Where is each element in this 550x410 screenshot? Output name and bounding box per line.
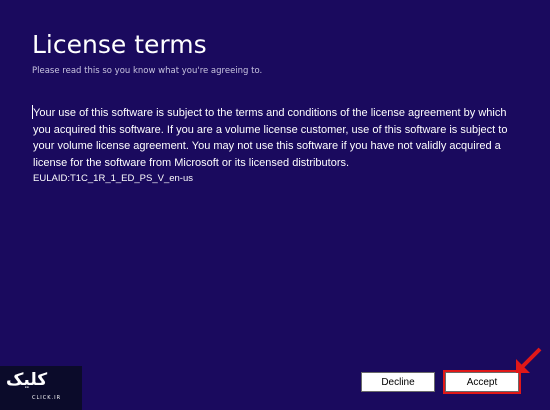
red-arrow-icon <box>516 347 542 373</box>
click-logo-icon: کلیک CLICK.IR <box>0 366 82 410</box>
license-text-area[interactable]: Your use of this software is subject to … <box>30 97 526 355</box>
license-text: Your use of this software is subject to … <box>33 107 508 169</box>
accept-button[interactable]: Accept <box>443 370 521 394</box>
page-subtitle: Please read this so you know what you're… <box>32 66 263 76</box>
logo-subtext: CLICK.IR <box>32 395 62 401</box>
decline-button[interactable]: Decline <box>361 372 435 392</box>
page-title: License terms <box>32 30 207 59</box>
eula-id: EULAID:T1C_1R_1_ED_PS_V_en-us <box>33 173 194 184</box>
logo-text: کلیک <box>6 370 48 390</box>
